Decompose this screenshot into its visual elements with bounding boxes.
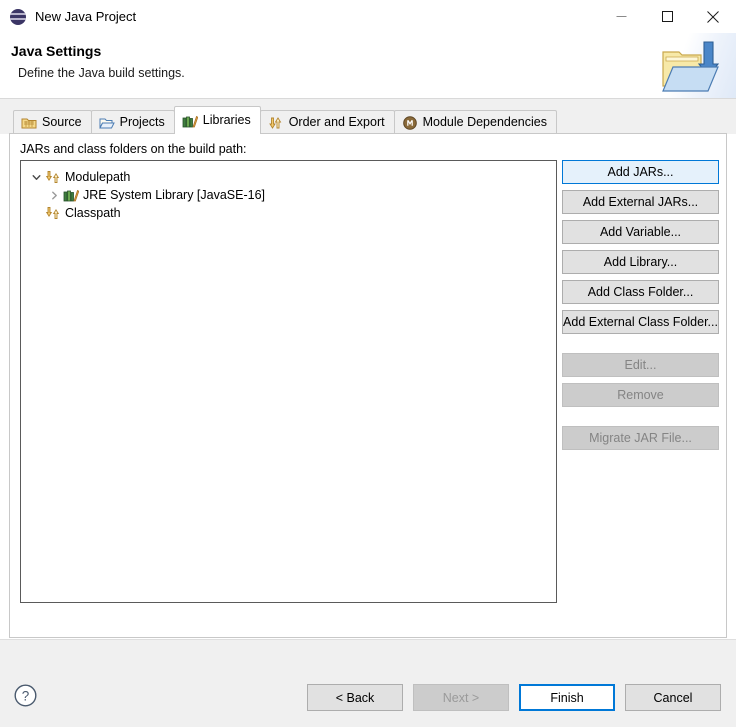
tab-label: Module Dependencies <box>423 116 547 129</box>
next-button[interactable]: Next > <box>413 684 509 711</box>
classpath-entry-icon <box>45 205 61 221</box>
cancel-button[interactable]: Cancel <box>625 684 721 711</box>
tree-row-jre-system-library[interactable]: JRE System Library [JavaSE-16] <box>21 186 556 204</box>
maximize-icon[interactable] <box>644 0 690 33</box>
library-actions: Add JARs... Add External JARs... Add Var… <box>562 160 719 456</box>
folder-wizard-icon <box>660 38 722 97</box>
source-folder-icon <box>21 115 37 131</box>
tab-label: Projects <box>120 116 165 129</box>
build-path-tree[interactable]: Modulepath JRE System Library [JavaSE-16… <box>20 160 557 603</box>
libraries-panel: JARs and class folders on the build path… <box>9 133 727 638</box>
close-icon[interactable] <box>690 0 736 33</box>
classpath-entry-icon <box>45 169 61 185</box>
tab-strip: Source Projects Libraries <box>0 99 736 134</box>
chevron-down-icon[interactable] <box>28 168 45 186</box>
add-external-class-folder-button[interactable]: Add External Class Folder... <box>562 310 719 334</box>
button-group-separator <box>562 340 719 353</box>
page-description: Define the Java build settings. <box>18 66 185 80</box>
tab-label: Libraries <box>203 114 251 127</box>
button-group-separator <box>562 413 719 426</box>
tree-row-label: JRE System Library [JavaSE-16] <box>83 188 265 202</box>
java-project-icon <box>10 9 26 25</box>
edit-button[interactable]: Edit... <box>562 353 719 377</box>
tab-label: Source <box>42 116 82 129</box>
footer-buttons: < Back Next > Finish Cancel <box>307 684 721 711</box>
page-title: Java Settings <box>11 43 101 59</box>
tree-label: JARs and class folders on the build path… <box>20 142 247 156</box>
add-variable-button[interactable]: Add Variable... <box>562 220 719 244</box>
tab-source[interactable]: Source <box>13 110 92 134</box>
migrate-jar-file-button[interactable]: Migrate JAR File... <box>562 426 719 450</box>
open-folder-icon <box>99 115 115 131</box>
remove-button[interactable]: Remove <box>562 383 719 407</box>
tree-row-label: Modulepath <box>65 170 130 184</box>
tab-label: Order and Export <box>289 116 385 129</box>
tab-list: Source Projects Libraries <box>13 106 556 134</box>
banner <box>646 33 736 98</box>
tab-projects[interactable]: Projects <box>91 110 175 134</box>
svg-text:?: ? <box>22 688 30 703</box>
chevron-right-icon[interactable] <box>46 186 63 204</box>
help-icon[interactable]: ? <box>14 684 37 710</box>
back-button[interactable]: < Back <box>307 684 403 711</box>
order-export-icon <box>268 115 284 131</box>
window-controls <box>598 0 736 33</box>
tree-row-classpath[interactable]: Classpath <box>21 204 556 222</box>
add-external-jars-button[interactable]: Add External JARs... <box>562 190 719 214</box>
tab-module-dependencies[interactable]: Module Dependencies <box>394 110 557 134</box>
add-library-button[interactable]: Add Library... <box>562 250 719 274</box>
tree-row-label: Classpath <box>65 206 121 220</box>
tab-order-and-export[interactable]: Order and Export <box>260 110 395 134</box>
add-jars-button[interactable]: Add JARs... <box>562 160 719 184</box>
tree-row-modulepath[interactable]: Modulepath <box>21 168 556 186</box>
minimize-icon[interactable] <box>598 0 644 33</box>
title-bar: New Java Project <box>0 0 736 33</box>
books-icon <box>182 113 198 129</box>
module-icon <box>402 115 418 131</box>
wizard-header: Java Settings Define the Java build sett… <box>0 33 736 99</box>
finish-button[interactable]: Finish <box>519 684 615 711</box>
tab-libraries[interactable]: Libraries <box>174 106 261 134</box>
window-title: New Java Project <box>35 9 136 24</box>
add-class-folder-button[interactable]: Add Class Folder... <box>562 280 719 304</box>
dialog-footer: ? < Back Next > Finish Cancel <box>0 639 736 727</box>
books-icon <box>63 187 79 203</box>
